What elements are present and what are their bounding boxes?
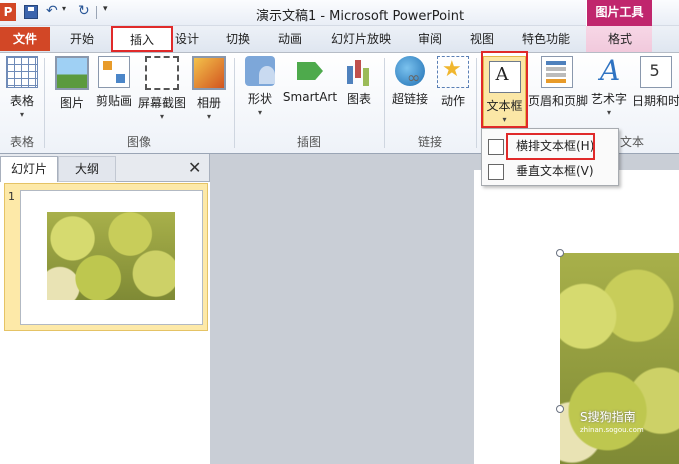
tab-special[interactable]: 特色功能 xyxy=(516,27,576,52)
action-icon xyxy=(437,56,469,88)
chevron-down-icon: ▾ xyxy=(159,112,164,121)
wordart-icon xyxy=(594,54,624,87)
chevron-down-icon: ▾ xyxy=(257,108,262,117)
wordart-label: 艺术字 xyxy=(590,92,627,106)
calendar-icon xyxy=(639,56,672,88)
menu-item-vertical-textbox[interactable]: 垂直文本框(V) xyxy=(482,159,618,183)
group-label-links: 链接 xyxy=(417,135,442,149)
tab-transitions[interactable]: 切换 xyxy=(220,27,256,52)
powerpoint-logo-icon[interactable]: P xyxy=(0,3,16,21)
chevron-down-icon: ▾ xyxy=(206,112,211,121)
shapes-icon xyxy=(245,56,275,86)
tab-review[interactable]: 审阅 xyxy=(412,27,448,52)
picture-button[interactable]: 图片 xyxy=(54,56,90,111)
smartart-label: SmartArt xyxy=(282,90,338,104)
watermark-logo: S搜狗指南 xyxy=(580,410,636,424)
smartart-button[interactable]: SmartArt xyxy=(282,56,338,104)
resize-handle[interactable] xyxy=(556,405,564,413)
textbox-highlight xyxy=(481,51,528,128)
screenshot-label: 屏幕截图 xyxy=(137,96,186,110)
hyperlink-button[interactable]: 超链接 xyxy=(390,56,430,107)
vertical-textbox-icon xyxy=(488,164,504,180)
picture-label: 图片 xyxy=(59,96,84,110)
picture-tools-label: 图片工具 xyxy=(586,0,652,28)
slide-number: 1 xyxy=(8,190,15,203)
tab-design[interactable]: 设计 xyxy=(172,27,202,52)
chart-label: 图表 xyxy=(346,92,371,106)
tab-view[interactable]: 视图 xyxy=(464,27,500,52)
smartart-icon xyxy=(295,56,325,86)
tab-format[interactable]: 格式 xyxy=(600,27,640,52)
thumbnail-pear-image xyxy=(47,212,175,300)
picture-icon xyxy=(55,56,89,90)
resize-handle[interactable] xyxy=(556,249,564,257)
tab-slides[interactable]: 幻灯片 xyxy=(0,156,58,182)
watermark-url: zhinan.sogou.com xyxy=(580,426,644,434)
clipart-icon xyxy=(98,56,130,88)
hyperlink-label: 超链接 xyxy=(391,92,428,106)
chevron-down-icon: ▾ xyxy=(606,108,611,117)
shapes-button[interactable]: 形状 ▾ xyxy=(244,56,276,117)
close-icon[interactable]: ✕ xyxy=(188,158,201,177)
horizontal-textbox-highlight xyxy=(506,133,595,160)
group-label-tables: 表格 xyxy=(9,135,34,149)
datetime-label: 日期和时 xyxy=(632,94,679,108)
menu-item-label: 垂直文本框(V) xyxy=(516,164,594,178)
group-separator xyxy=(476,58,477,148)
clipart-button[interactable]: 剪贴画 xyxy=(94,56,134,109)
header-footer-label: 页眉和页脚 xyxy=(528,94,589,108)
tab-outline[interactable]: 大纲 xyxy=(58,156,116,182)
tab-slideshow[interactable]: 幻灯片放映 xyxy=(326,27,396,52)
wordart-button[interactable]: 艺术字 ▾ xyxy=(590,54,628,117)
album-label: 相册 xyxy=(196,96,221,110)
customize-qat-icon[interactable]: ▾ xyxy=(103,4,108,14)
album-button[interactable]: 相册 ▾ xyxy=(192,56,226,121)
qat-separator xyxy=(96,6,97,19)
datetime-button[interactable]: 日期和时 xyxy=(632,56,679,109)
header-footer-icon xyxy=(541,56,573,88)
undo-dropdown-icon[interactable]: ▾ xyxy=(62,4,66,13)
action-button[interactable]: 动作 xyxy=(436,56,470,109)
shapes-label: 形状 xyxy=(247,92,272,106)
group-label-illustrations: 插图 xyxy=(296,135,321,149)
table-label: 表格 xyxy=(9,94,34,108)
table-icon xyxy=(6,56,38,88)
hyperlink-icon xyxy=(395,56,425,87)
action-label: 动作 xyxy=(440,94,465,108)
photo-album-icon xyxy=(192,56,226,90)
horizontal-textbox-icon xyxy=(488,139,504,155)
chevron-down-icon: ▾ xyxy=(19,110,24,119)
redo-icon[interactable]: ↻ xyxy=(78,4,90,18)
save-icon[interactable] xyxy=(24,5,38,19)
chart-icon xyxy=(344,56,374,86)
tab-file[interactable]: 文件 xyxy=(0,27,50,51)
group-label-images: 图像 xyxy=(126,135,151,149)
table-button[interactable]: 表格 ▾ xyxy=(4,56,40,119)
group-label-text: 文本 xyxy=(619,135,644,149)
clipart-label: 剪贴画 xyxy=(95,94,132,108)
header-footer-button[interactable]: 页眉和页脚 xyxy=(528,56,589,109)
window-title: 演示文稿1 - Microsoft PowerPoint xyxy=(255,9,465,24)
screenshot-button[interactable]: 屏幕截图 ▾ xyxy=(136,56,188,121)
chart-button[interactable]: 图表 xyxy=(342,56,376,107)
undo-icon[interactable]: ↶ xyxy=(46,4,58,18)
screenshot-icon xyxy=(145,56,179,90)
tab-home[interactable]: 开始 xyxy=(56,27,108,52)
tab-animations[interactable]: 动画 xyxy=(272,27,308,52)
insert-tab-highlight xyxy=(111,26,173,52)
